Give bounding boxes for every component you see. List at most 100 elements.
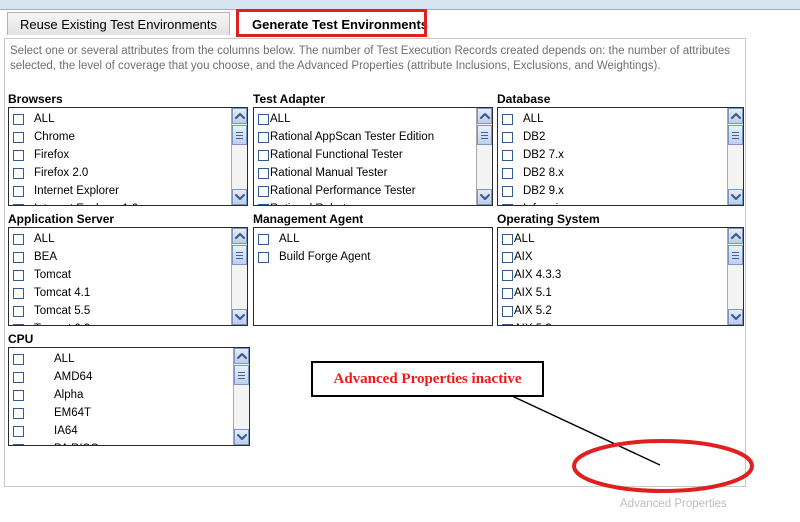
list-item[interactable]: AIX 4.3.3: [498, 266, 726, 284]
list-item[interactable]: AMD64: [9, 368, 232, 386]
tab-generate-test-environments[interactable]: Generate Test Environments: [239, 12, 442, 35]
list-item[interactable]: ALL: [9, 350, 232, 368]
checkbox-icon[interactable]: [258, 251, 269, 263]
list-item[interactable]: Tomcat 6.0: [9, 320, 230, 325]
checkbox-icon[interactable]: [502, 149, 513, 161]
list-item[interactable]: Rational Manual Tester: [254, 164, 475, 182]
checkbox-icon[interactable]: [13, 371, 24, 383]
list-item[interactable]: ALL: [9, 230, 230, 248]
checkbox-icon[interactable]: [502, 287, 513, 299]
scrollbar[interactable]: [727, 228, 743, 325]
list-item[interactable]: Internet Explorer: [9, 182, 230, 200]
scrollbar[interactable]: [231, 108, 247, 205]
checkbox-icon[interactable]: [258, 113, 269, 125]
list-item[interactable]: Rational Performance Tester: [254, 182, 475, 200]
scrollbar[interactable]: [233, 348, 249, 445]
attribute-listbox[interactable]: ALL AIX AIX 4.3.3 AIX 5.1 AIX 5.2 AIX 5.3: [497, 227, 744, 326]
scroll-down-arrow-icon[interactable]: [234, 429, 249, 445]
checkbox-icon[interactable]: [13, 185, 24, 197]
scroll-down-arrow-icon[interactable]: [477, 189, 492, 205]
scroll-up-arrow-icon[interactable]: [232, 108, 247, 124]
checkbox-icon[interactable]: [502, 203, 513, 205]
checkbox-icon[interactable]: [13, 203, 24, 205]
list-item[interactable]: Rational Functional Tester: [254, 146, 475, 164]
scroll-up-arrow-icon[interactable]: [232, 228, 247, 244]
checkbox-icon[interactable]: [502, 167, 513, 179]
checkbox-icon[interactable]: [13, 353, 24, 365]
list-item[interactable]: DB2 8.x: [498, 164, 726, 182]
checkbox-icon[interactable]: [502, 113, 513, 125]
scroll-up-arrow-icon[interactable]: [477, 108, 492, 124]
scroll-up-arrow-icon[interactable]: [234, 348, 249, 364]
checkbox-icon[interactable]: [13, 323, 24, 325]
scrollbar-thumb[interactable]: [234, 365, 249, 385]
advanced-properties-link[interactable]: Advanced Properties: [620, 498, 727, 510]
attribute-listbox[interactable]: ALL DB2 DB2 7.x DB2 8.x DB2 9.x Informix: [497, 107, 744, 206]
checkbox-icon[interactable]: [258, 149, 269, 161]
list-item[interactable]: ALL: [254, 230, 492, 248]
scroll-down-arrow-icon[interactable]: [728, 309, 743, 325]
attribute-listbox[interactable]: ALL AMD64 Alpha EM64T IA64 PA RISC: [8, 347, 250, 446]
list-item[interactable]: Chrome: [9, 128, 230, 146]
scroll-down-arrow-icon[interactable]: [728, 189, 743, 205]
list-item[interactable]: PA RISC: [9, 440, 232, 445]
checkbox-icon[interactable]: [13, 389, 24, 401]
checkbox-icon[interactable]: [13, 113, 24, 125]
checkbox-icon[interactable]: [258, 185, 269, 197]
list-item[interactable]: AIX 5.1: [498, 284, 726, 302]
attribute-listbox[interactable]: ALL Rational AppScan Tester Edition Ration…: [253, 107, 493, 206]
list-item[interactable]: AIX: [498, 248, 726, 266]
checkbox-icon[interactable]: [502, 323, 513, 325]
scrollbar-thumb[interactable]: [728, 125, 743, 145]
list-item[interactable]: AIX 5.3: [498, 320, 726, 325]
scrollbar[interactable]: [231, 228, 247, 325]
scrollbar-thumb[interactable]: [728, 245, 743, 265]
checkbox-icon[interactable]: [13, 251, 24, 263]
checkbox-icon[interactable]: [502, 305, 513, 317]
checkbox-icon[interactable]: [502, 185, 513, 197]
list-item[interactable]: ALL: [254, 110, 475, 128]
checkbox-icon[interactable]: [502, 251, 513, 263]
scroll-up-arrow-icon[interactable]: [728, 108, 743, 124]
tab-reuse-existing-test-environments[interactable]: Reuse Existing Test Environments: [7, 12, 231, 35]
scrollbar[interactable]: [476, 108, 492, 205]
list-item[interactable]: Rational Robot: [254, 200, 475, 205]
checkbox-icon[interactable]: [13, 305, 24, 317]
checkbox-icon[interactable]: [13, 407, 24, 419]
list-item[interactable]: IA64: [9, 422, 232, 440]
checkbox-icon[interactable]: [258, 203, 269, 205]
attribute-listbox[interactable]: ALL Chrome Firefox Firefox 2.0 Internet Expl…: [8, 107, 248, 206]
scroll-down-arrow-icon[interactable]: [232, 309, 247, 325]
list-item[interactable]: DB2 9.x: [498, 182, 726, 200]
list-item[interactable]: Informix: [498, 200, 726, 205]
checkbox-icon[interactable]: [13, 167, 24, 179]
scroll-up-arrow-icon[interactable]: [728, 228, 743, 244]
checkbox-icon[interactable]: [502, 233, 513, 245]
list-item[interactable]: Rational AppScan Tester Edition: [254, 128, 475, 146]
list-item[interactable]: Internet Explorer 1.0: [9, 200, 230, 205]
checkbox-icon[interactable]: [13, 149, 24, 161]
list-item[interactable]: Tomcat: [9, 266, 230, 284]
list-item[interactable]: DB2: [498, 128, 726, 146]
checkbox-icon[interactable]: [13, 443, 24, 445]
checkbox-icon[interactable]: [13, 131, 24, 143]
scrollbar-thumb[interactable]: [232, 125, 247, 145]
checkbox-icon[interactable]: [13, 269, 24, 281]
scroll-down-arrow-icon[interactable]: [232, 189, 247, 205]
checkbox-icon[interactable]: [502, 269, 513, 281]
checkbox-icon[interactable]: [502, 131, 513, 143]
checkbox-icon[interactable]: [258, 131, 269, 143]
scrollbar-thumb[interactable]: [477, 125, 492, 145]
list-item[interactable]: Tomcat 4.1: [9, 284, 230, 302]
list-item[interactable]: Firefox 2.0: [9, 164, 230, 182]
list-item[interactable]: ALL: [9, 110, 230, 128]
list-item[interactable]: BEA: [9, 248, 230, 266]
attribute-listbox[interactable]: ALL BEA Tomcat Tomcat 4.1 Tomcat 5.5 Tomcat 6…: [8, 227, 248, 326]
list-item[interactable]: EM64T: [9, 404, 232, 422]
list-item[interactable]: ALL: [498, 230, 726, 248]
checkbox-icon[interactable]: [13, 425, 24, 437]
list-item[interactable]: Tomcat 5.5: [9, 302, 230, 320]
attribute-listbox[interactable]: ALL Build Forge Agent: [253, 227, 493, 326]
list-item[interactable]: Build Forge Agent: [254, 248, 492, 266]
list-item[interactable]: DB2 7.x: [498, 146, 726, 164]
